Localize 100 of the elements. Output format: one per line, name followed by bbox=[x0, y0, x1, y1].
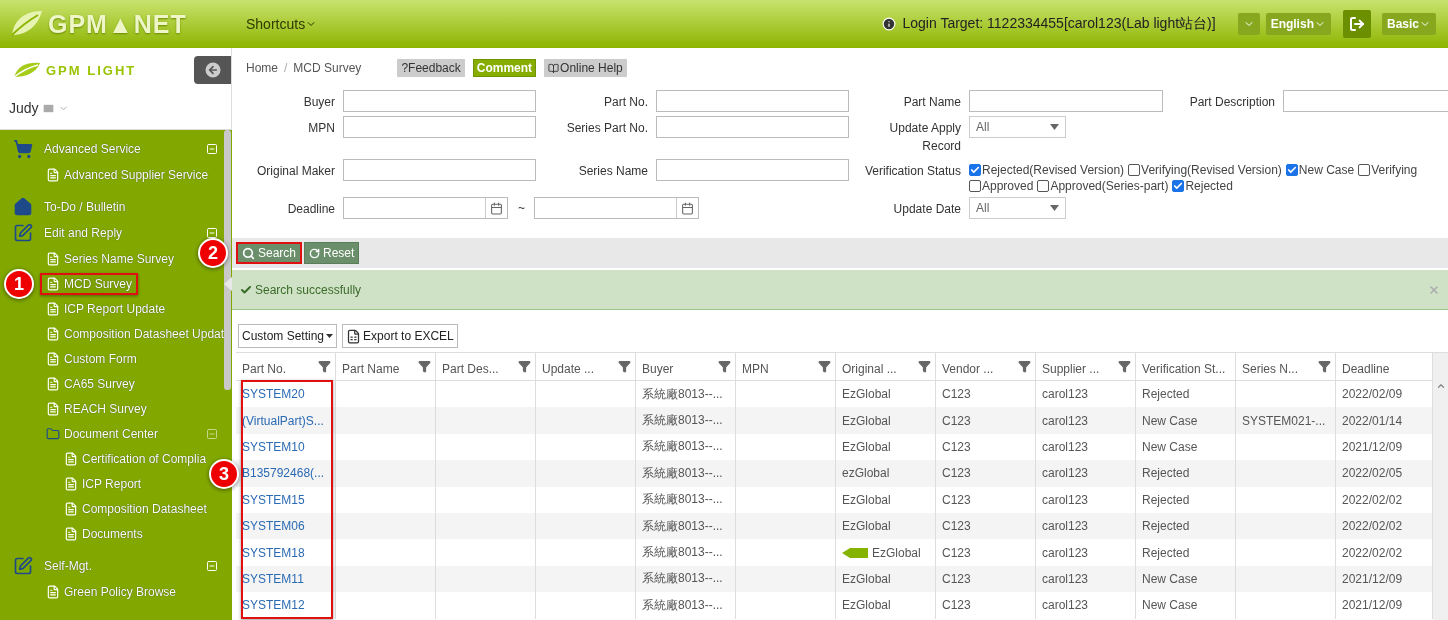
text-field[interactable] bbox=[343, 90, 536, 112]
export-button[interactable]: Export to EXCEL bbox=[342, 324, 458, 348]
menu-item[interactable]: Self-Mgt. bbox=[0, 555, 96, 577]
menu-item[interactable]: Documents bbox=[58, 522, 145, 545]
part-number-link[interactable]: B135792468(... bbox=[242, 466, 325, 481]
filter-icon[interactable] bbox=[618, 360, 631, 373]
select-field[interactable]: All bbox=[969, 116, 1066, 138]
text-field[interactable] bbox=[343, 116, 536, 138]
text-field[interactable] bbox=[656, 159, 849, 181]
part-number-link[interactable]: SYSTEM20 bbox=[242, 387, 305, 402]
filter-icon[interactable] bbox=[518, 360, 531, 373]
column-header[interactable]: Vendor ... bbox=[936, 353, 1036, 380]
part-number-link[interactable]: SYSTEM18 bbox=[242, 545, 305, 560]
part-number-link[interactable]: SYSTEM06 bbox=[242, 519, 305, 534]
caret-icon bbox=[326, 334, 334, 338]
search-button[interactable]: Search bbox=[236, 242, 303, 264]
menu-item[interactable]: Advanced Supplier Service bbox=[40, 163, 211, 186]
custom-setting-dropdown[interactable]: Custom Setting bbox=[238, 324, 338, 348]
text-field[interactable] bbox=[656, 90, 849, 112]
menu-item[interactable]: MCD Survey bbox=[40, 272, 138, 295]
caret-icon bbox=[1050, 205, 1059, 211]
filter-icon[interactable] bbox=[718, 360, 731, 373]
menu-item[interactable]: CA65 Survey bbox=[40, 372, 137, 395]
filter-icon[interactable] bbox=[418, 360, 431, 373]
filter-icon[interactable] bbox=[918, 360, 931, 373]
info-icon bbox=[882, 17, 897, 31]
menu-item[interactable]: Advanced Service bbox=[0, 138, 145, 160]
part-number-link[interactable]: SYSTEM11 bbox=[242, 571, 304, 586]
column-header[interactable]: Verification St... bbox=[1136, 353, 1236, 380]
column-header[interactable]: Original ... bbox=[836, 353, 936, 380]
collapse-sidebar-button[interactable] bbox=[194, 56, 231, 84]
logo-text: GPM▲NET bbox=[48, 9, 187, 39]
user-name[interactable]: Judy bbox=[9, 100, 39, 116]
table-cell: C123 bbox=[942, 598, 971, 613]
column-header[interactable]: Part Name bbox=[336, 353, 436, 380]
column-header[interactable]: Update ... bbox=[536, 353, 636, 380]
breadcrumb-link[interactable]: Home bbox=[246, 61, 278, 75]
text-field[interactable] bbox=[1283, 90, 1448, 112]
menu-item[interactable]: ICP Report Update bbox=[40, 297, 168, 320]
filter-icon[interactable] bbox=[818, 360, 831, 373]
select-field[interactable]: All bbox=[969, 197, 1066, 219]
calendar-icon[interactable] bbox=[490, 201, 503, 215]
column-header[interactable]: Part No. bbox=[236, 353, 336, 380]
column-header[interactable]: MPN bbox=[736, 353, 836, 380]
text-field[interactable] bbox=[343, 159, 536, 181]
table-cell: carol123 bbox=[1042, 439, 1089, 454]
text-field[interactable] bbox=[969, 90, 1163, 112]
scrollbar[interactable] bbox=[224, 130, 231, 390]
filter-icon[interactable] bbox=[1018, 360, 1031, 373]
checkbox[interactable] bbox=[969, 164, 981, 176]
checkbox[interactable] bbox=[1037, 180, 1050, 192]
action-button[interactable]: ?Feedback bbox=[397, 59, 465, 77]
action-button[interactable]: Online Help bbox=[544, 59, 627, 77]
mode-button[interactable]: Basic bbox=[1381, 13, 1436, 35]
menu-item[interactable]: Certification of Complia bbox=[58, 447, 209, 470]
text-field[interactable] bbox=[656, 116, 849, 138]
checkbox-label: Approved bbox=[982, 179, 1034, 193]
menu-item[interactable]: Green Policy Browse bbox=[40, 580, 179, 603]
checkbox[interactable] bbox=[1128, 164, 1141, 176]
cart-icon bbox=[13, 139, 33, 159]
menu-item[interactable]: Composition Datasheet bbox=[58, 497, 209, 520]
filter-icon[interactable] bbox=[1318, 360, 1331, 373]
brand-logo: GPM LIGHT bbox=[46, 62, 137, 78]
menu-item[interactable]: REACH Survey bbox=[40, 397, 149, 420]
calendar-icon[interactable] bbox=[681, 201, 694, 215]
menu-item[interactable]: Document Center bbox=[40, 422, 161, 445]
table-cell: New Case bbox=[1142, 571, 1198, 586]
menu-item[interactable]: Composition Datasheet Updat bbox=[40, 322, 227, 345]
house-icon bbox=[13, 197, 33, 217]
date-field[interactable] bbox=[343, 197, 508, 219]
scrollbar[interactable] bbox=[1433, 353, 1448, 620]
column-header[interactable]: Part Des... bbox=[436, 353, 536, 380]
date-field[interactable] bbox=[534, 197, 699, 219]
field-label: Series Name bbox=[577, 163, 648, 180]
logout-button[interactable] bbox=[1342, 10, 1371, 38]
part-number-link[interactable]: SYSTEM12 bbox=[242, 598, 305, 613]
filter-icon[interactable] bbox=[318, 360, 331, 373]
mail-icon[interactable] bbox=[41, 101, 55, 115]
table-cell: Rejected bbox=[1142, 466, 1190, 481]
menu-item[interactable]: Series Name Survey bbox=[40, 247, 177, 270]
checkbox[interactable] bbox=[1172, 180, 1185, 192]
menu-item[interactable]: Custom Form bbox=[40, 347, 139, 370]
checkbox[interactable] bbox=[969, 180, 981, 192]
menu-item[interactable]: Edit and Reply bbox=[0, 222, 127, 244]
checkbox[interactable] bbox=[1358, 164, 1371, 176]
checkbox[interactable] bbox=[1285, 164, 1298, 176]
column-header[interactable]: Buyer bbox=[636, 353, 736, 380]
document-icon bbox=[46, 276, 60, 291]
part-number-link[interactable]: SYSTEM15 bbox=[242, 492, 305, 507]
shortcuts-menu[interactable]: Shortcuts bbox=[246, 16, 318, 32]
menu-item[interactable]: ICP Report bbox=[58, 472, 144, 495]
part-number-link[interactable]: (VirtualPart)S... bbox=[242, 413, 324, 428]
column-header[interactable]: Supplier ... bbox=[1036, 353, 1136, 380]
menu-item[interactable]: To-Do / Bulletin bbox=[0, 196, 130, 218]
reset-button[interactable]: Reset bbox=[304, 242, 360, 264]
filter-icon[interactable] bbox=[1118, 360, 1131, 373]
language-button[interactable]: English bbox=[1265, 13, 1331, 35]
column-header[interactable]: Series N... bbox=[1236, 353, 1336, 380]
table-cell: 系統廠8013--... bbox=[642, 464, 723, 482]
part-number-link[interactable]: SYSTEM10 bbox=[242, 439, 305, 454]
